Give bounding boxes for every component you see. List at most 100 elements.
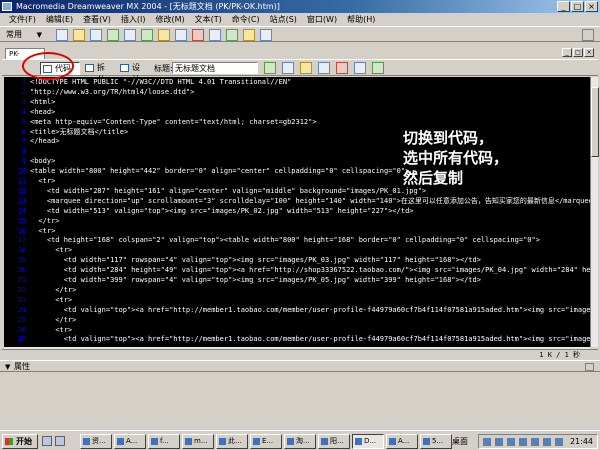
validate-markup-icon[interactable] — [354, 62, 366, 74]
start-label: 开始 — [16, 437, 32, 446]
menu-insert[interactable]: 插入(I) — [116, 13, 151, 26]
code-line[interactable]: <meta http-equiv="Content-Type" content=… — [30, 118, 317, 127]
code-line[interactable]: </tr> — [30, 286, 76, 295]
code-line[interactable]: </head> — [30, 137, 60, 146]
menu-view[interactable]: 查看(V) — [78, 13, 116, 26]
taskbar-item-active[interactable]: D... — [352, 434, 384, 449]
close-button[interactable]: × — [585, 1, 598, 12]
tray-icon[interactable] — [543, 438, 551, 446]
taskbar-item[interactable]: 淘... — [284, 434, 316, 449]
tray-icon[interactable] — [531, 438, 539, 446]
ie-browser-icon[interactable] — [55, 436, 65, 446]
code-line[interactable]: <html> — [30, 98, 55, 107]
taskbar-item[interactable]: A... — [386, 434, 418, 449]
page-title-input[interactable] — [172, 62, 258, 74]
split-view-button[interactable]: 拆分 — [83, 62, 115, 84]
taskbar-item[interactable]: m... — [182, 434, 214, 449]
image-icon[interactable] — [141, 29, 153, 41]
menu-file[interactable]: 文件(F) — [4, 13, 41, 26]
desktop-toolbar-label[interactable]: 桌面 — [452, 434, 468, 449]
taskbar-item[interactable]: f... — [148, 434, 180, 449]
code-line[interactable]: <tr> — [30, 296, 72, 305]
panel-options-icon[interactable] — [585, 363, 594, 371]
volume-icon[interactable] — [555, 438, 563, 446]
menu-window[interactable]: 窗口(W) — [302, 13, 342, 26]
menu-edit[interactable]: 编辑(E) — [41, 13, 78, 26]
code-line[interactable]: <body> — [30, 157, 55, 166]
refresh-icon[interactable] — [300, 62, 312, 74]
code-line[interactable]: <td valign="top"><a href="http://member1… — [30, 335, 590, 344]
code-line[interactable]: <td height="168" colspan="2" valign="top… — [30, 236, 540, 245]
minimize-button[interactable]: _ — [557, 1, 570, 12]
menu-help[interactable]: 帮助(H) — [342, 13, 380, 26]
taskbar-item[interactable]: A... — [114, 434, 146, 449]
code-line[interactable]: <head> — [30, 108, 55, 117]
code-line[interactable]: </tr> — [30, 316, 76, 325]
check-errors-icon[interactable] — [336, 62, 348, 74]
code-line[interactable]: <table width="800" height="442" border="… — [30, 167, 409, 176]
show-desktop-icon[interactable] — [42, 436, 52, 446]
tag-chooser-icon[interactable] — [260, 29, 272, 41]
toolbar-options-icon[interactable] — [582, 29, 594, 41]
taskbar-item[interactable]: 阳... — [318, 434, 350, 449]
code-line[interactable]: <title>无标题文档</title> — [30, 128, 128, 137]
code-line[interactable]: "http://www.w3.org/TR/html4/loose.dtd"> — [30, 88, 194, 97]
tray-icon[interactable] — [507, 438, 515, 446]
design-view-button[interactable]: 设计 — [118, 62, 150, 84]
code-line[interactable]: <!DOCTYPE HTML PUBLIC "-//W3C//DTD HTML … — [30, 78, 291, 87]
code-line[interactable]: <tr> — [30, 246, 72, 255]
menu-commands[interactable]: 命令(C) — [227, 13, 265, 26]
tray-icon[interactable] — [519, 438, 527, 446]
preview-in-browser-icon[interactable] — [282, 62, 294, 74]
menu-site[interactable]: 站点(S) — [265, 13, 302, 26]
email-link-icon[interactable] — [73, 29, 85, 41]
properties-panel-header[interactable]: ▼ 属性 — [0, 360, 600, 372]
vertical-scrollbar[interactable] — [590, 77, 599, 347]
media-icon[interactable] — [158, 29, 170, 41]
head-icon[interactable] — [209, 29, 221, 41]
comment-icon[interactable] — [192, 29, 204, 41]
code-line[interactable]: <tr> — [30, 177, 55, 186]
line-number: 23 — [17, 295, 26, 304]
code-line[interactable]: <marquee direction="up" scrollamount="3"… — [30, 197, 590, 206]
script-icon[interactable] — [226, 29, 238, 41]
taskbar-item[interactable]: 5... — [420, 434, 452, 449]
code-line[interactable]: </tr> — [30, 217, 59, 226]
doc-restore-button[interactable]: □ — [573, 48, 583, 57]
menu-text[interactable]: 文本(T) — [190, 13, 227, 26]
view-options-icon[interactable] — [318, 62, 330, 74]
app-icon — [321, 438, 328, 445]
tray-icon[interactable] — [483, 438, 491, 446]
visual-aids-icon[interactable] — [372, 62, 384, 74]
code-line[interactable]: <td width="513" valign="top"><img src="i… — [30, 207, 414, 216]
named-anchor-icon[interactable] — [90, 29, 102, 41]
doc-minimize-button[interactable]: _ — [562, 48, 572, 57]
start-button[interactable]: 开始 — [2, 434, 38, 449]
code-line[interactable]: <td width="287" height="161" align="cent… — [30, 187, 426, 196]
code-content[interactable]: <!DOCTYPE HTML PUBLIC "-//W3C//DTD HTML … — [30, 77, 590, 347]
table-icon[interactable] — [107, 29, 119, 41]
layer-icon[interactable] — [124, 29, 136, 41]
template-icon[interactable] — [243, 29, 255, 41]
doc-close-button[interactable]: × — [584, 48, 594, 57]
line-number: 27 — [17, 335, 26, 344]
code-line[interactable]: <tr> — [30, 227, 55, 236]
vertical-scrollbar-thumb[interactable] — [591, 87, 599, 157]
code-line[interactable]: <tr> — [30, 326, 72, 335]
date-icon[interactable] — [175, 29, 187, 41]
file-management-icon[interactable] — [264, 62, 276, 74]
taskbar-item[interactable]: 此... — [216, 434, 248, 449]
insert-category-select[interactable]: 常用 ▼ — [4, 29, 44, 41]
taskbar-item[interactable]: E... — [250, 434, 282, 449]
hyperlink-icon[interactable] — [56, 29, 68, 41]
maximize-button[interactable]: □ — [571, 1, 584, 12]
code-line[interactable]: <td valign="top"><a href="http://member1… — [30, 306, 590, 315]
app-icon — [185, 438, 192, 445]
code-line[interactable]: <td width="399" rowspan="4" valign="top"… — [30, 276, 481, 285]
code-editor[interactable]: 1 2 3 4 5 6 7 8 9 10 11 12 13 14 15 16 17 18 19 20 21 22 23 24 2… — [4, 77, 590, 347]
tray-icon[interactable] — [495, 438, 503, 446]
taskbar-item[interactable]: 资... — [80, 434, 112, 449]
menu-modify[interactable]: 修改(M) — [150, 13, 189, 26]
code-line[interactable]: <td width="117" rowspan="4" valign="top"… — [30, 256, 481, 265]
code-line[interactable]: <td width="284" height="49" valign="top"… — [30, 266, 590, 275]
